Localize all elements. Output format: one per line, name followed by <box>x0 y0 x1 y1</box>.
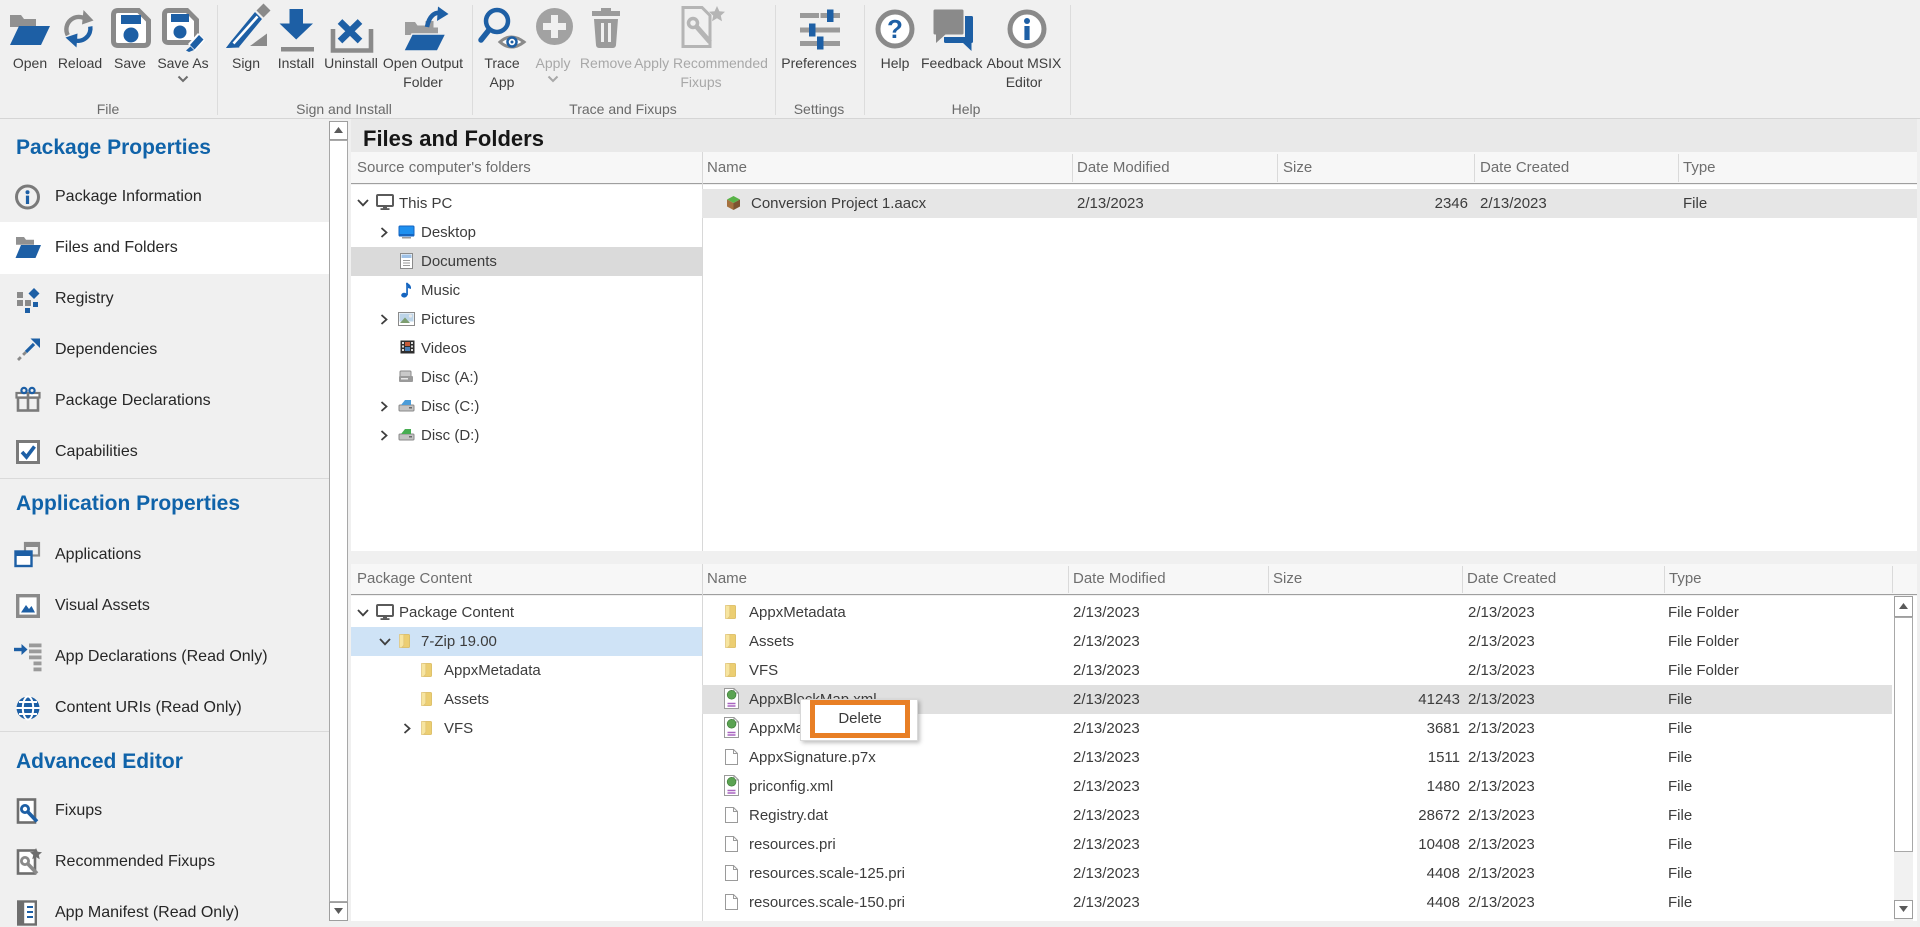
svg-text:?: ? <box>887 14 903 44</box>
